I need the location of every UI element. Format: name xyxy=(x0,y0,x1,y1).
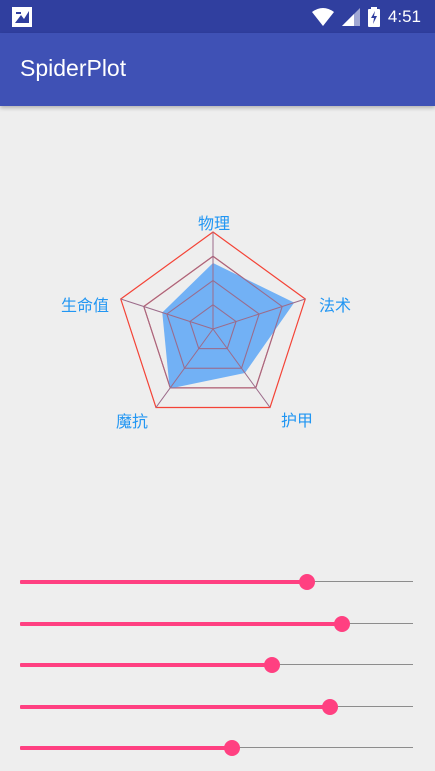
slider-thumb[interactable] xyxy=(299,574,315,590)
slider-magic-resist[interactable] xyxy=(20,695,413,719)
spider-plot: 物理 法术 护甲 魔抗 生命值 xyxy=(0,106,435,526)
radar-data-area xyxy=(162,263,295,389)
slider-thumb[interactable] xyxy=(264,657,280,673)
slider-armor[interactable] xyxy=(20,653,413,677)
app-title: SpiderPlot xyxy=(20,55,127,81)
radar-label-magic-resist: 魔抗 xyxy=(116,412,149,431)
slider-thumb[interactable] xyxy=(224,740,240,756)
slider-thumb[interactable] xyxy=(334,616,350,632)
spider-plot-chart xyxy=(120,231,306,409)
slider-fill xyxy=(20,622,342,626)
slider-fill xyxy=(20,663,272,667)
slider-fill xyxy=(20,705,330,709)
battery-charging-icon xyxy=(367,7,380,27)
slider-hp[interactable] xyxy=(20,736,413,760)
status-icons: 4:51 xyxy=(311,6,421,28)
radar-label-hp: 生命值 xyxy=(61,296,110,315)
slider-thumb[interactable] xyxy=(322,699,338,715)
slider-physical[interactable] xyxy=(20,570,413,594)
signal-icon xyxy=(341,8,360,26)
status-time: 4:51 xyxy=(387,7,421,26)
radar-label-magic: 法术 xyxy=(319,296,352,315)
app-notification-icon xyxy=(12,7,32,27)
slider-magic[interactable] xyxy=(20,612,413,636)
slider-fill xyxy=(20,746,232,750)
slider-fill xyxy=(20,580,307,584)
radar-label-physical: 物理 xyxy=(198,214,231,233)
status-bar: 4:51 xyxy=(0,0,435,33)
wifi-icon xyxy=(311,8,334,26)
app-bar: SpiderPlot xyxy=(0,33,435,106)
radar-label-armor: 护甲 xyxy=(281,411,314,430)
